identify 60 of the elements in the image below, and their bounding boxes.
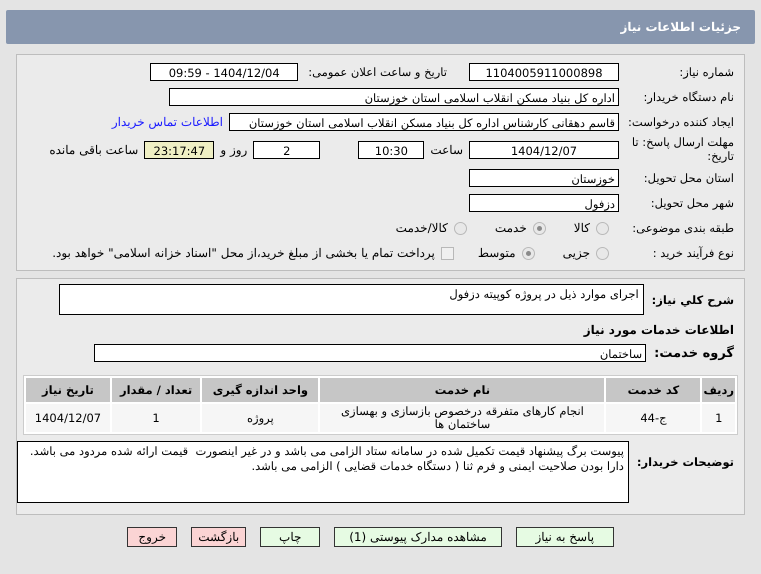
contact-link[interactable]: اطلاعات تماس خریدار [112,115,223,129]
field-label: تاریخ و ساعت اعلان عمومی: [307,65,448,79]
input-field[interactable]: 23:17:47 [144,141,214,159]
time-label: ساعت [430,143,463,157]
section-heading: اطلاعات خدمات مورد نیاز [584,323,735,337]
field-label: نوع فرآیند خرید : [652,246,735,260]
input-field[interactable]: 1404/12/04 - 09:59 [150,63,298,81]
option-label: جزیی [562,246,590,260]
input-field[interactable]: خوزستان [469,169,619,187]
checkbox-label: پرداخت تمام یا بخشی از مبلغ خرید،از محل "اسناد خزانه اسلامی" خواهد بود. [52,246,435,260]
input-field[interactable]: 10:30 [358,141,424,159]
input-field[interactable]: 2 [253,141,320,159]
field-label: شهر محل تحویل: [650,196,735,210]
page-title: جزئیات اطلاعات نیاز [620,20,741,34]
option-label: کالا [574,221,590,235]
field-label: شماره نیاز: [678,65,735,79]
option-label: متوسط [478,246,516,260]
action-button[interactable]: چاپ [260,527,320,547]
input-field[interactable]: دزفول [469,194,619,212]
input-field[interactable]: اداره کل بنیاد مسکن انقلاب اسلامی استان خوزستان [169,88,619,106]
table-cell: انجام کارهای متفرقه درخصوص بازسازی و بهسازی ساختمان ها [320,404,604,432]
field-label: گروه خدمت: [654,346,735,360]
days-label: روز و [220,143,248,157]
column-header: تاریخ نیاز [26,378,110,402]
checkbox[interactable] [440,246,454,260]
field-label: نام دستگاه خریدار: [642,90,735,104]
column-header: تعداد / مقدار [112,378,200,402]
option-label: کالا/خدمت [396,221,448,235]
column-header: ردیف [702,378,735,402]
action-button[interactable]: خروج [127,527,178,547]
field-label: ایجاد کننده درخواست: [627,115,735,129]
field-label: شرح کلي نیاز: [652,292,735,306]
radio-button[interactable] [522,246,535,260]
action-button[interactable]: بازگشت [191,527,246,547]
description-field[interactable]: اجرای موارد ذیل در پروژه کوپیته دزفول [58,284,644,315]
notes-field[interactable]: پیوست برگ پیشنهاد قیمت تکمیل شده در سامانه ستاد الزامی می باشد و در غیر اینصورت قیمت ارائه شده مردود می باشد. دارا بودن صلاحیت ایمنی و فرم ثنا ( دستگاه خدمات قضایی ) الزامی می باشد. [17,441,629,503]
input-field[interactable]: ساختمان [94,344,646,362]
radio-button[interactable] [596,222,609,234]
table-cell: 1 [112,404,200,432]
field-label: استان محل تحویل: [642,171,735,185]
radio-button[interactable] [596,246,609,260]
column-header: کد خدمت [606,378,700,402]
column-header: واحد اندازه گیری [202,378,318,402]
column-header: نام خدمت [320,378,604,402]
radio-button[interactable] [454,222,467,234]
field-label: طبقه بندی موضوعی: [631,221,735,235]
remaining-label: ساعت باقی مانده [49,143,138,157]
option-label: خدمت [494,221,527,235]
field-label: توضیحات خریدار: [636,454,735,470]
action-button[interactable]: مشاهده مدارک پیوستی (1) [334,527,502,547]
table-cell: پروژه [202,404,318,432]
radio-button[interactable] [532,222,546,234]
input-field[interactable]: 1404/12/07 [469,141,619,159]
table-cell: ج-44 [606,404,700,432]
table-cell: 1 [702,404,735,432]
input-field[interactable]: 1104005911000898 [469,63,619,81]
action-button[interactable]: پاسخ به نیاز [516,527,614,547]
field-label: مهلت ارسال پاسخ: تا تاریخ: [630,135,735,165]
table-cell: 1404/12/07 [26,404,110,432]
input-field[interactable]: قاسم دهقانی کارشناس اداره کل بنیاد مسکن انقلاب اسلامی استان خوزستان [229,113,619,131]
